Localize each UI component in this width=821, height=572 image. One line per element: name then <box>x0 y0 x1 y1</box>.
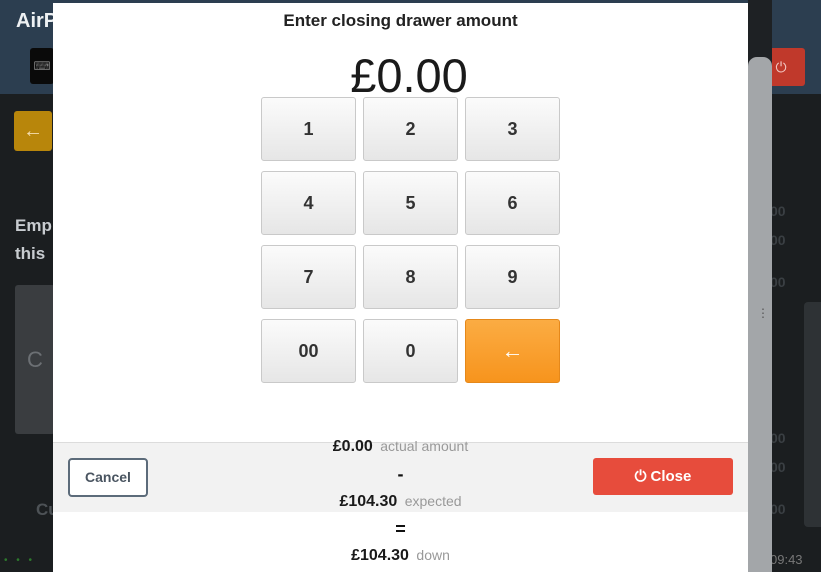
background-value: 00 <box>770 459 786 475</box>
modal-title: Enter closing drawer amount <box>283 11 518 30</box>
keypad-key-1[interactable]: 1 <box>261 97 356 161</box>
amount-display: £0.00 <box>350 49 468 102</box>
keypad-key-00[interactable]: 00 <box>261 319 356 383</box>
expected-amount-line: £104.30 expected <box>53 493 748 511</box>
keypad-key-0[interactable]: 0 <box>363 319 458 383</box>
expected-amount-value: £104.30 <box>339 493 398 510</box>
background-value: 00 <box>770 232 786 248</box>
background-value: 00 <box>770 501 786 517</box>
right-side-panel <box>804 302 821 527</box>
employee-heading-line1: Emp <box>15 216 52 235</box>
keypad-key-8[interactable]: 8 <box>363 245 458 309</box>
keypad-key-2[interactable]: 2 <box>363 97 458 161</box>
keypad-key-5[interactable]: 5 <box>363 171 458 235</box>
keypad-key-9[interactable]: 9 <box>465 245 560 309</box>
backspace-arrow-icon: ← <box>501 338 524 363</box>
app-logo: AirP <box>16 10 58 32</box>
keypad-key-4[interactable]: 4 <box>261 171 356 235</box>
equals-sign: = <box>395 519 406 539</box>
down-amount-value: £104.30 <box>351 547 409 564</box>
keypad-key-7[interactable]: 7 <box>261 245 356 309</box>
down-amount-label: down <box>416 547 450 563</box>
actual-amount-value: £0.00 <box>332 438 373 455</box>
actual-amount-label: actual amount <box>380 438 469 454</box>
background-value: 00 <box>770 274 786 290</box>
expected-amount-label: expected <box>404 493 462 509</box>
back-button[interactable]: ← <box>14 111 52 151</box>
clock: 09:43 <box>770 552 803 567</box>
down-amount-line: £104.30 down <box>53 547 748 565</box>
keypad-key-3[interactable]: 3 <box>465 97 560 161</box>
actual-amount-line: £0.00 actual amount <box>53 438 748 456</box>
status-dots: • • • <box>4 555 36 566</box>
background-value: 00 <box>770 430 786 446</box>
closing-drawer-modal: Enter closing drawer amount £0.00 1 2 3 … <box>53 3 748 572</box>
employee-heading-line2: this <box>15 244 46 263</box>
scrollbar-grip-icon: ⋮ <box>757 306 769 320</box>
keypad-key-6[interactable]: 6 <box>465 171 560 235</box>
employee-heading: Emp this <box>15 212 52 268</box>
minus-sign: - <box>397 464 404 484</box>
background-card: C <box>15 285 55 434</box>
keyboard-icon[interactable]: ⌨ <box>30 48 54 84</box>
backspace-button[interactable]: ← <box>465 319 560 383</box>
background-value: 00 <box>770 203 786 219</box>
